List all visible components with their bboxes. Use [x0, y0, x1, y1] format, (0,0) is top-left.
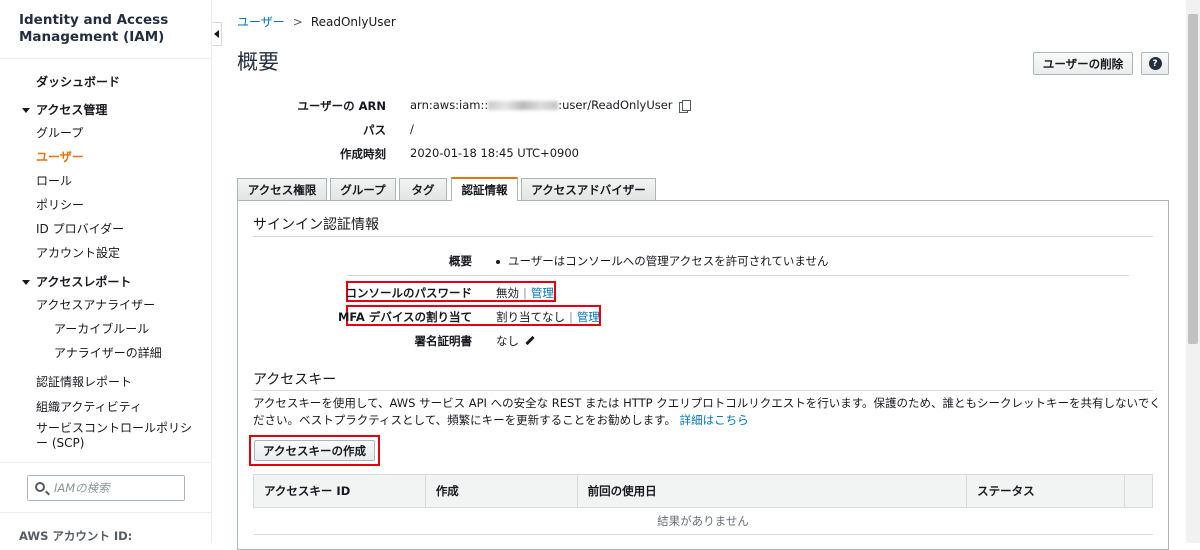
arn-value: arn:aws:iam:::user/ReadOnlyUser: [410, 98, 691, 113]
signin-summary-value: ユーザーはコンソールへの管理アクセスを許可されていません: [496, 253, 829, 269]
sidebar-item-credential-report[interactable]: 認証情報レポート: [36, 373, 132, 390]
sidebar-item-policies[interactable]: ポリシー: [36, 196, 84, 213]
manage-mfa-link[interactable]: 管理: [577, 310, 600, 324]
sidebar-section-access-reports[interactable]: アクセスレポート: [22, 273, 131, 290]
console-password-status: 無効: [496, 286, 519, 300]
access-keys-heading: アクセスキー: [253, 372, 337, 388]
breadcrumb: ユーザー > ReadOnlyUser: [237, 13, 396, 30]
empty-results-text: 結果がありません: [253, 507, 1153, 535]
learn-more-link[interactable]: 詳細はこちら: [680, 413, 749, 427]
column-header[interactable]: 前回の使用日: [577, 474, 968, 508]
search-input[interactable]: [54, 479, 180, 497]
sidebar-item-dashboard[interactable]: ダッシュボード: [36, 73, 120, 90]
manage-console-password-link[interactable]: 管理: [531, 286, 554, 300]
redacted-account-id: [488, 101, 559, 110]
scrollbar-thumb[interactable]: [1188, 14, 1198, 344]
help-icon: ?: [1148, 57, 1162, 70]
console-password-label: コンソールのパスワード: [345, 286, 473, 300]
tab-permissions[interactable]: アクセス権限: [237, 178, 327, 201]
sidebar-item-users[interactable]: ユーザー: [36, 148, 84, 165]
caret-down-icon: [22, 108, 30, 113]
sidebar-section-access-management[interactable]: アクセス管理: [22, 101, 107, 118]
signin-summary-text: ユーザーはコンソールへの管理アクセスを許可されていません: [508, 254, 829, 268]
divider: [0, 58, 212, 59]
arn-label: ユーザーの ARN: [297, 99, 386, 113]
separator: |: [523, 286, 527, 300]
column-header[interactable]: アクセスキー ID: [253, 474, 426, 508]
tab-credentials[interactable]: 認証情報: [451, 177, 518, 201]
breadcrumb-users-link[interactable]: ユーザー: [237, 15, 285, 29]
column-header[interactable]: 作成: [425, 474, 578, 508]
path-label: パス: [363, 123, 386, 137]
caret-down-icon: [22, 280, 30, 285]
tab-access-advisor[interactable]: アクセスアドバイザー: [521, 178, 656, 201]
divider: [0, 512, 212, 513]
sidebar-item-scp[interactable]: サービスコントロールポリシー (SCP): [36, 421, 196, 451]
breadcrumb-separator: >: [292, 15, 303, 29]
signing-cert-value: なし: [496, 333, 535, 349]
sidebar-item-access-analyzer[interactable]: アクセスアナライザー: [36, 296, 155, 313]
section-label: アクセス管理: [36, 103, 108, 117]
created-value: 2020-01-18 18:45 UTC+0900: [410, 146, 579, 160]
sidebar-item-account-settings[interactable]: アカウント設定: [36, 244, 120, 261]
signin-summary-label: 概要: [449, 254, 472, 268]
sidebar-item-id-providers[interactable]: ID プロバイダー: [36, 220, 124, 237]
help-button[interactable]: ?: [1141, 52, 1169, 75]
table-row: 結果がありません: [253, 507, 1153, 535]
bullet: [496, 259, 500, 264]
sidebar-item-groups[interactable]: グループ: [36, 124, 83, 141]
mfa-status: 割り当てなし: [496, 310, 565, 324]
create-access-key-button[interactable]: アクセスキーの作成: [254, 440, 375, 461]
divider: [0, 462, 212, 463]
scrollbar[interactable]: [1186, 0, 1200, 543]
pencil-icon[interactable]: [525, 335, 535, 346]
iam-search[interactable]: [27, 475, 185, 501]
sidebar-title[interactable]: Identity and Access Management (IAM): [19, 12, 199, 46]
path-value: /: [410, 122, 414, 136]
divider: [253, 390, 1153, 391]
section-label: アクセスレポート: [36, 275, 132, 289]
arn-prefix: arn:aws:iam::: [410, 98, 489, 112]
column-header[interactable]: ステータス: [966, 474, 1125, 508]
page-title: 概要: [237, 50, 279, 74]
signing-cert-label: 署名証明書: [414, 334, 473, 348]
account-id-label: AWS アカウント ID:: [19, 529, 133, 543]
console-password-value: 無効 | 管理: [496, 285, 554, 301]
access-keys-description: アクセスキーを使用して、AWS サービス API への安全な REST または …: [253, 395, 1163, 429]
sidebar-item-archive-rules[interactable]: アーカイブルール: [54, 320, 149, 337]
column-header: [1124, 474, 1154, 508]
access-keys-table: アクセスキー ID 作成 前回の使用日 ステータス 結果がありません: [253, 474, 1154, 535]
search-icon: [35, 482, 45, 492]
collapse-sidebar-button[interactable]: [212, 22, 222, 46]
sidebar-item-roles[interactable]: ロール: [36, 172, 72, 189]
separator: |: [569, 310, 573, 324]
tab-tags[interactable]: タグ: [399, 178, 447, 201]
tab-groups[interactable]: グループ: [330, 178, 396, 201]
divider: [253, 236, 1153, 237]
breadcrumb-current: ReadOnlyUser: [310, 15, 396, 29]
divider: [347, 275, 1129, 276]
signin-credentials-heading: サインイン認証情報: [253, 217, 379, 233]
sidebar-item-analyzer-details[interactable]: アナライザーの詳細: [54, 344, 162, 361]
mfa-label: MFA デバイスの割り当て: [337, 310, 472, 324]
created-label: 作成時刻: [340, 147, 386, 161]
copy-icon[interactable]: [678, 99, 691, 113]
arn-suffix: :user/ReadOnlyUser: [558, 98, 673, 112]
signing-cert-status: なし: [496, 334, 519, 348]
table-header-row: アクセスキー ID 作成 前回の使用日 ステータス: [253, 474, 1154, 508]
sidebar-item-org-activity[interactable]: 組織アクティビティ: [36, 398, 142, 415]
sidebar: Identity and Access Management (IAM) ダッシ…: [0, 0, 212, 543]
mfa-value: 割り当てなし | 管理: [496, 309, 600, 325]
delete-user-button[interactable]: ユーザーの削除: [1033, 52, 1133, 75]
